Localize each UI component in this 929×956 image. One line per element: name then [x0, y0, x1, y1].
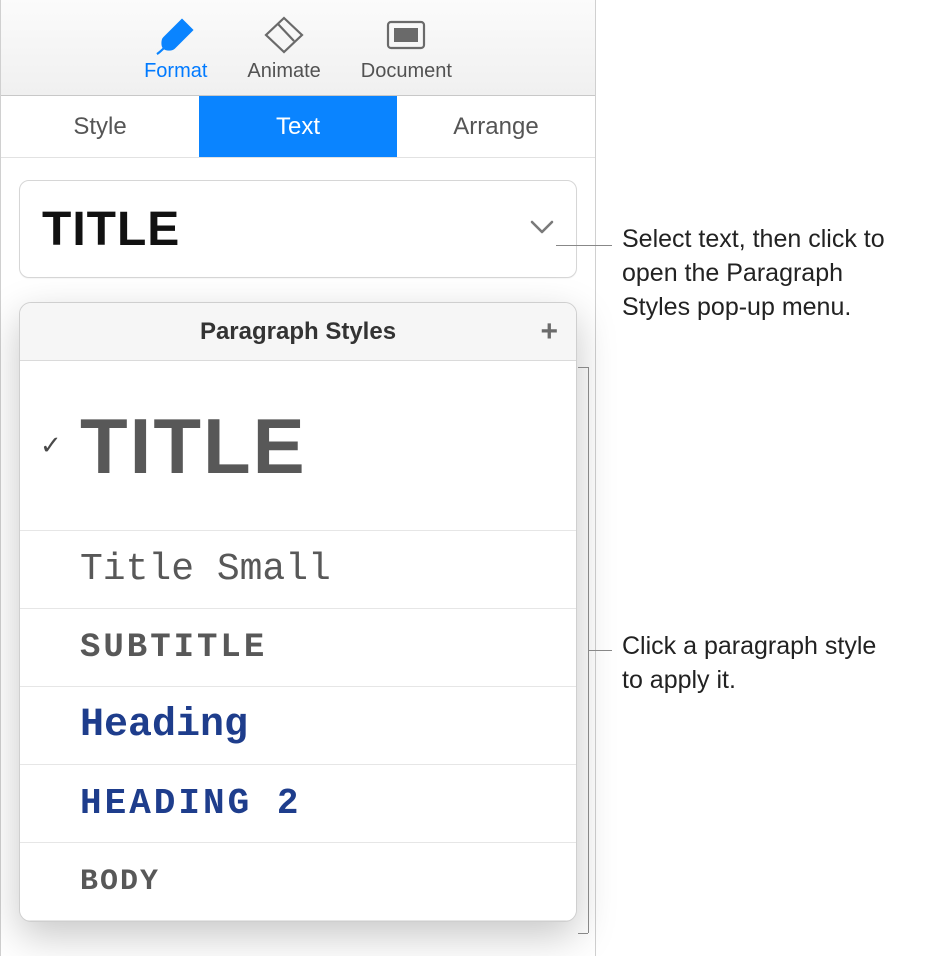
checkmark-icon: ✓ [40, 430, 80, 461]
tab-arrange[interactable]: Arrange [397, 96, 595, 157]
style-row-body[interactable]: BODY [20, 843, 576, 921]
callout-line [578, 933, 588, 934]
style-list[interactable]: ✓ TITLE Title Small SUBTITLE Heading HEA… [20, 361, 576, 921]
toolbar: Format Animate Document [1, 0, 595, 96]
paragraph-style-picker[interactable]: TITLE [19, 180, 577, 278]
callout-text-2: Click a paragraph style to apply it. [622, 630, 902, 698]
style-label-subtitle: SUBTITLE [80, 629, 556, 667]
callout-line [588, 650, 612, 651]
toolbar-animate[interactable]: Animate [247, 14, 320, 83]
toolbar-animate-label: Animate [247, 60, 320, 83]
style-label-heading2: HEADING 2 [80, 783, 556, 824]
popover-header: Paragraph Styles + [20, 303, 576, 361]
inspector-content: TITLE [1, 158, 595, 278]
callout-line [556, 245, 612, 246]
toolbar-document-label: Document [361, 60, 452, 83]
style-label-title: TITLE [80, 407, 556, 485]
style-row-heading2[interactable]: HEADING 2 [20, 765, 576, 843]
diamond-icon [260, 14, 308, 56]
style-row-heading[interactable]: Heading [20, 687, 576, 765]
style-row-subtitle[interactable]: SUBTITLE [20, 609, 576, 687]
add-style-button[interactable]: + [540, 317, 558, 347]
tab-text[interactable]: Text [199, 96, 397, 157]
toolbar-document[interactable]: Document [361, 14, 452, 83]
callout-text-1: Select text, then click to open the Para… [622, 223, 917, 324]
toolbar-format[interactable]: Format [144, 14, 207, 83]
current-style-label: TITLE [42, 202, 180, 257]
style-label-title-small: Title Small [80, 548, 556, 591]
style-row-title[interactable]: ✓ TITLE [20, 361, 576, 531]
toolbar-format-label: Format [144, 60, 207, 83]
document-icon [382, 14, 430, 56]
chevron-down-icon[interactable] [530, 219, 554, 240]
callout-line [578, 367, 588, 368]
style-label-heading: Heading [80, 703, 556, 748]
inspector-panel: Format Animate Document Style Text A [0, 0, 596, 956]
tab-style[interactable]: Style [1, 96, 199, 157]
inspector-tabs: Style Text Arrange [1, 96, 595, 158]
style-row-title-small[interactable]: Title Small [20, 531, 576, 609]
brush-icon [152, 14, 200, 56]
style-label-body: BODY [80, 865, 556, 899]
paragraph-styles-popover: Paragraph Styles + ✓ TITLE Title Small S… [19, 302, 577, 922]
popover-title: Paragraph Styles [200, 318, 396, 346]
